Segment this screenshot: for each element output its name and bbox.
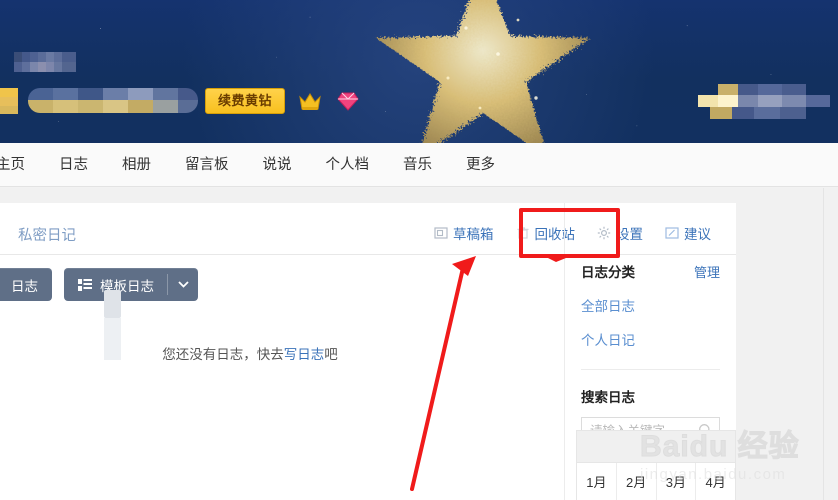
username-mosaic — [14, 52, 76, 72]
draft-box-label: 草稿箱 — [453, 227, 494, 242]
nav-item-album[interactable]: 相册 — [105, 143, 168, 187]
template-grid-icon — [78, 278, 92, 291]
archive-table-header — [576, 430, 736, 462]
right-mosaic — [698, 84, 830, 119]
page-scrollbar-track[interactable] — [823, 188, 838, 500]
profile-bar-mosaic — [28, 88, 198, 113]
renew-yellow-diamond-button[interactable]: 续费黄钻 — [205, 88, 285, 114]
trash-icon — [517, 227, 528, 239]
nav-item-more[interactable]: 更多 — [449, 143, 512, 187]
month-cell-3[interactable]: 3月 — [657, 463, 697, 500]
page-scrollbar-thumb[interactable] — [104, 290, 121, 318]
draft-box-button[interactable]: 草稿箱 — [423, 223, 505, 243]
screenshot-root: 续费黄钻 主页 日志 相册 留言板 说说 个人档 音乐 更多 私密日记 草稿箱 … — [0, 0, 838, 500]
draft-box-icon — [434, 227, 448, 239]
left-edge-mosaic — [0, 88, 18, 114]
page-title: 私密日记 — [18, 228, 76, 244]
month-cell-1[interactable]: 1月 — [577, 463, 617, 500]
archive-month-row: 1月 2月 3月 4月 — [576, 462, 736, 500]
nav-item-home[interactable]: 主页 — [0, 143, 42, 187]
empty-text-before: 您还没有日志，快去 — [162, 347, 284, 362]
nav-item-messageboard[interactable]: 留言板 — [168, 143, 246, 187]
template-blog-button[interactable]: 模板日志 — [64, 268, 198, 301]
category-title: 日志分类 — [581, 265, 635, 280]
empty-state-message: 您还没有日志，快去写日志吧 — [0, 343, 500, 363]
write-blog-link[interactable]: 写日志 — [284, 347, 325, 362]
category-item-all[interactable]: 全部日志 — [581, 295, 720, 315]
nav-item-music[interactable]: 音乐 — [386, 143, 449, 187]
nav-item-profile[interactable]: 个人档 — [309, 143, 387, 187]
nav-item-shuoshuo[interactable]: 说说 — [246, 143, 309, 187]
nav-item-blog[interactable]: 日志 — [42, 143, 105, 187]
write-blog-label: 日志 — [11, 278, 38, 294]
category-header: 日志分类 管理 — [581, 261, 720, 281]
manage-categories-link[interactable]: 管理 — [694, 262, 720, 281]
profile-banner: 续费黄钻 — [0, 0, 838, 143]
month-cell-4[interactable]: 4月 — [696, 463, 735, 500]
action-button-group: 日志 模板日志 — [0, 268, 198, 301]
chevron-down-icon — [177, 281, 189, 288]
category-item-personal[interactable]: 个人日记 — [581, 329, 720, 349]
glitter-star-graphic — [376, 0, 590, 143]
page-scrollbar-thumb-lower[interactable] — [104, 318, 121, 360]
gem-icon[interactable] — [337, 92, 359, 111]
main-navigation: 主页 日志 相册 留言板 说说 个人档 音乐 更多 — [0, 143, 838, 187]
sidebar-divider — [581, 369, 720, 370]
search-title: 搜索日志 — [581, 390, 635, 405]
empty-text-after: 吧 — [324, 347, 338, 362]
template-dropdown-toggle[interactable] — [168, 268, 198, 301]
month-cell-2[interactable]: 2月 — [617, 463, 657, 500]
write-pencil-icon — [0, 278, 4, 292]
crown-icon[interactable] — [298, 90, 322, 112]
write-blog-button[interactable]: 日志 — [0, 268, 52, 301]
